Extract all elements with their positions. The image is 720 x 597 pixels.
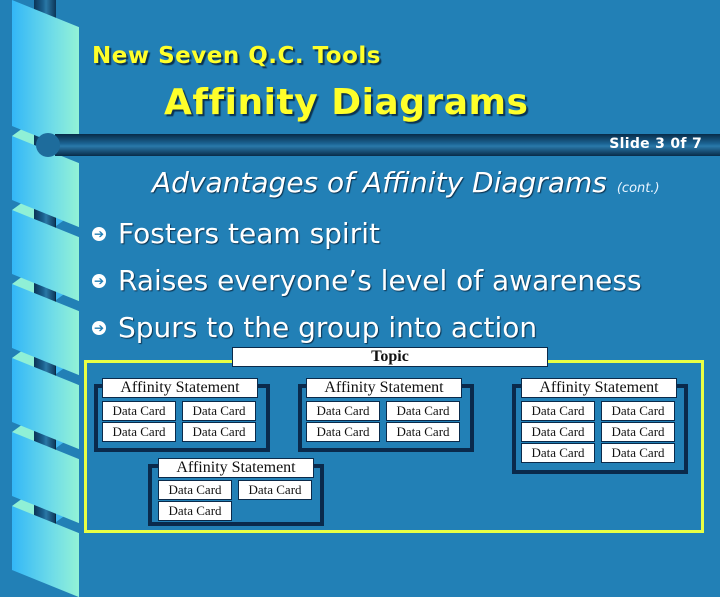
data-card: Data Card [102,401,176,421]
arrow-circle-right-icon: ➔ [92,273,106,288]
bullet-text: Raises everyone’s level of awareness [118,264,642,297]
data-card: Data Card [521,422,595,442]
bullet-item: ➔ Raises everyone’s level of awareness [92,257,642,304]
decorative-spiral [0,0,82,597]
data-card: Data Card [521,401,595,421]
slide-title: New Seven Q.C. Tools [92,43,381,69]
data-card: Data Card [386,422,460,442]
section-heading-note: (cont.) [616,181,660,196]
affinity-statement: Affinity Statement [158,458,314,478]
section-heading: Advantages of Affinity Diagrams (cont.) [152,166,660,199]
data-card: Data Card [306,422,380,442]
data-card: Data Card [238,480,312,500]
data-card: Data Card [158,480,232,500]
data-card: Data Card [182,401,256,421]
data-card: Data Card [601,443,675,463]
data-card: Data Card [601,401,675,421]
section-heading-text: Advantages of Affinity Diagrams [152,166,607,199]
data-card: Data Card [102,422,176,442]
data-card: Data Card [521,443,595,463]
arrow-circle-right-icon: ➔ [92,320,106,335]
data-card: Data Card [601,422,675,442]
topic-box: Topic [232,347,548,367]
slide-subtitle: Affinity Diagrams [164,82,529,123]
bar-joint [36,133,60,157]
affinity-statement: Affinity Statement [306,378,462,398]
arrow-circle-right-icon: ➔ [92,226,106,241]
bullet-item: ➔ Spurs to the group into action [92,304,642,351]
data-card: Data Card [182,422,256,442]
bullet-item: ➔ Fosters team spirit [92,210,642,257]
bullet-text: Fosters team spirit [118,217,380,250]
data-card: Data Card [158,501,232,521]
affinity-statement: Affinity Statement [521,378,677,398]
bullet-text: Spurs to the group into action [118,311,538,344]
bullet-list: ➔ Fosters team spirit ➔ Raises everyone’… [92,210,642,351]
data-card: Data Card [306,401,380,421]
slide-indicator: Slide 3 0f 7 [609,136,702,152]
data-card: Data Card [386,401,460,421]
affinity-statement: Affinity Statement [102,378,258,398]
